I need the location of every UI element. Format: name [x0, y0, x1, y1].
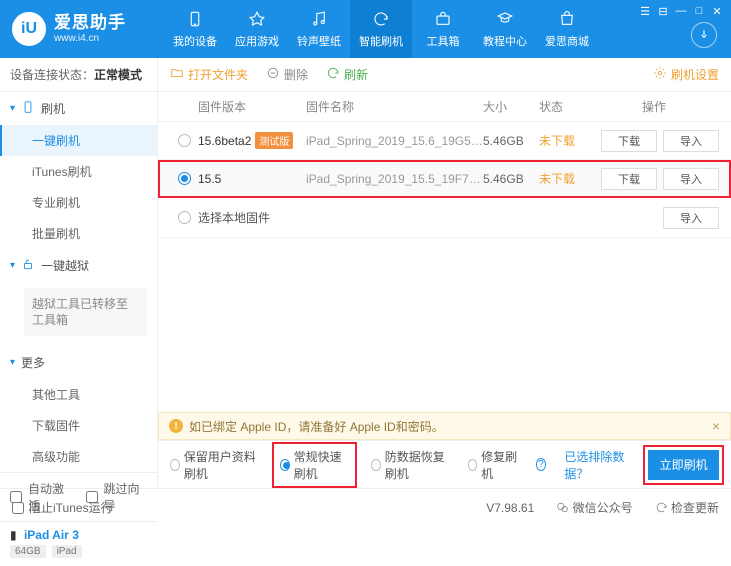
beta-badge: 测试版: [255, 132, 293, 149]
caret-down-icon: ▾: [10, 103, 15, 114]
nav-tutorial[interactable]: 教程中心: [474, 0, 536, 58]
download-button[interactable]: 下载: [601, 130, 657, 152]
flash-now-button[interactable]: 立即刷机: [648, 450, 719, 480]
win-close-icon[interactable]: ✕: [709, 4, 725, 18]
wechat-link[interactable]: 微信公众号: [556, 499, 632, 516]
main-panel: 打开文件夹 删除 刷新 刷机设置 固件版本 固件名称 大小 状态 操作 15.6…: [158, 58, 731, 488]
apple-id-warning: ! 如已绑定 Apple ID，请准备好 Apple ID和密码。 ×: [158, 412, 731, 440]
sidebar-item-batch[interactable]: 批量刷机: [0, 218, 157, 249]
win-lock-icon[interactable]: ⊟: [655, 4, 671, 18]
jailbreak-note: 越狱工具已转移至工具箱: [24, 288, 147, 336]
sidebar-item-advanced[interactable]: 高级功能: [0, 441, 157, 472]
window-controls: ☰ ⊟ — □ ✕: [637, 4, 725, 18]
win-minimize-icon[interactable]: —: [673, 4, 689, 18]
nav-my-device[interactable]: 我的设备: [164, 0, 226, 58]
title-bar: iU 爱思助手 www.i4.cn 我的设备 应用游戏 铃声壁纸 智能刷机 工具…: [0, 0, 731, 58]
exclude-data-link[interactable]: 已选排除数据？: [564, 448, 630, 482]
firmware-row[interactable]: 15.6beta2测试版 iPad_Spring_2019_15.6_19G50…: [158, 122, 731, 160]
opt-normal-flash[interactable]: 常规快速刷机: [276, 446, 353, 484]
close-warning-icon[interactable]: ×: [712, 418, 720, 434]
sidebar-item-download-fw[interactable]: 下载固件: [0, 410, 157, 441]
import-button[interactable]: 导入: [663, 207, 719, 229]
sync-button[interactable]: [691, 22, 717, 48]
nav-store[interactable]: 爱思商城: [536, 0, 598, 58]
download-button[interactable]: 下载: [601, 168, 657, 190]
brand-name: 爱思助手: [54, 13, 126, 33]
flash-settings-button[interactable]: 刷机设置: [653, 66, 719, 83]
opt-repair-flash[interactable]: 修复刷机: [468, 448, 518, 482]
unlock-icon: [21, 257, 35, 274]
block-itunes-checkbox[interactable]: 阻止iTunes运行: [12, 499, 113, 516]
row-radio[interactable]: [170, 172, 198, 185]
opt-keep-data[interactable]: 保留用户资料刷机: [170, 448, 258, 482]
sidebar: 设备连接状态：正常模式 ▾ 刷机 一键刷机 iTunes刷机 专业刷机 批量刷机…: [0, 58, 158, 488]
nav-ringtone[interactable]: 铃声壁纸: [288, 0, 350, 58]
nav-flash[interactable]: 智能刷机: [350, 0, 412, 58]
warning-icon: !: [169, 419, 183, 433]
sidebar-cat-jailbreak[interactable]: ▾ 一键越狱: [0, 249, 157, 282]
nav-toolbox[interactable]: 工具箱: [412, 0, 474, 58]
import-button[interactable]: 导入: [663, 130, 719, 152]
sidebar-item-oneclick[interactable]: 一键刷机: [0, 125, 157, 156]
refresh-button[interactable]: 刷新: [326, 66, 368, 83]
top-nav: 我的设备 应用游戏 铃声壁纸 智能刷机 工具箱 教程中心 爱思商城: [164, 0, 598, 58]
sidebar-item-itunes[interactable]: iTunes刷机: [0, 156, 157, 187]
win-menu-icon[interactable]: ☰: [637, 4, 653, 18]
local-firmware-row[interactable]: 选择本地固件 导入: [158, 198, 731, 238]
import-button[interactable]: 导入: [663, 168, 719, 190]
info-icon[interactable]: ?: [536, 458, 547, 471]
check-update-link[interactable]: 检查更新: [655, 499, 719, 516]
device-status: 设备连接状态：正常模式: [0, 58, 157, 92]
brand-url: www.i4.cn: [54, 33, 126, 45]
flash-options: 保留用户资料刷机 常规快速刷机 防数据恢复刷机 修复刷机 ? 已选排除数据？ 立…: [158, 440, 731, 488]
app-logo: iU 爱思助手 www.i4.cn: [12, 12, 126, 46]
sidebar-item-other[interactable]: 其他工具: [0, 379, 157, 410]
device-type: iPad: [52, 545, 82, 558]
sidebar-cat-more[interactable]: ▾ 更多: [0, 346, 157, 379]
device-capacity: 64GB: [10, 545, 46, 558]
row-radio[interactable]: [170, 134, 198, 147]
caret-down-icon: ▾: [10, 357, 15, 368]
firmware-row-selected[interactable]: 15.5 iPad_Spring_2019_15.5_19F77_Restore…: [158, 160, 731, 198]
flash-icon: [21, 100, 35, 117]
open-folder-button[interactable]: 打开文件夹: [170, 66, 248, 83]
sidebar-item-pro[interactable]: 专业刷机: [0, 187, 157, 218]
logo-icon: iU: [12, 12, 46, 46]
nav-apps[interactable]: 应用游戏: [226, 0, 288, 58]
version-label[interactable]: V7.98.61: [486, 501, 534, 515]
device-icon: ▮: [10, 528, 17, 542]
sidebar-cat-flash[interactable]: ▾ 刷机: [0, 92, 157, 125]
delete-button[interactable]: 删除: [266, 66, 308, 83]
caret-down-icon: ▾: [10, 260, 15, 271]
win-maximize-icon[interactable]: □: [691, 4, 707, 18]
toolbar: 打开文件夹 删除 刷新 刷机设置: [158, 58, 731, 92]
device-info[interactable]: ▮ iPad Air 3 64GB iPad: [0, 521, 157, 566]
row-radio[interactable]: [170, 211, 198, 224]
opt-anti-recover[interactable]: 防数据恢复刷机: [371, 448, 450, 482]
table-header: 固件版本 固件名称 大小 状态 操作: [158, 92, 731, 122]
